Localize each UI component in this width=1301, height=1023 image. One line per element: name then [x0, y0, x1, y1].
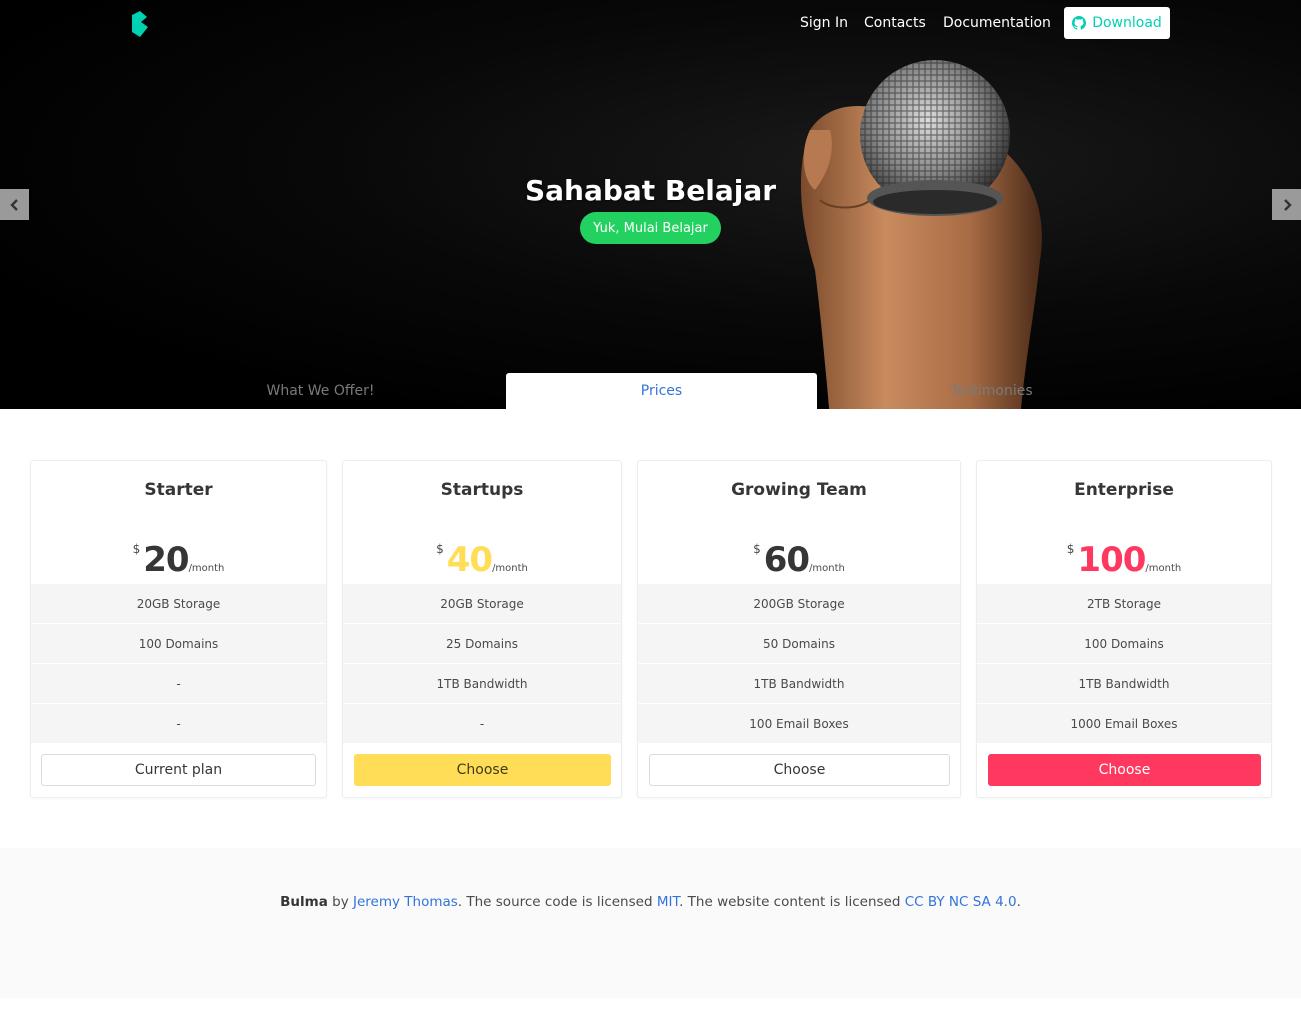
download-label: Download	[1092, 15, 1162, 31]
plan-feature-row: 100 Domains	[977, 624, 1271, 664]
github-icon	[1072, 16, 1087, 30]
price-currency: $	[753, 542, 761, 556]
hero-cta-button[interactable]: Yuk, Mulai Belajar	[580, 212, 721, 244]
price-period: /month	[492, 563, 528, 574]
footer-mid2: . The website content is licensed	[679, 894, 905, 910]
carousel-prev-button[interactable]	[0, 189, 29, 220]
tab-what-we-offer[interactable]: What We Offer!	[165, 373, 476, 409]
plan-price: $100/month	[977, 529, 1271, 589]
navbar: Sign In Contacts Documentation Download	[0, 0, 1301, 46]
footer-content-license-link[interactable]: CC BY NC SA 4.0	[905, 894, 1017, 910]
footer-brand: Bulma	[280, 894, 328, 910]
plan-price: $60/month	[638, 529, 960, 589]
choose-plan-button[interactable]: Choose	[354, 754, 611, 786]
plan-features: 20GB Storage 25 Domains 1TB Bandwidth -	[343, 584, 621, 744]
plan-feature-row: 1TB Bandwidth	[343, 664, 621, 704]
plan-card-startups: Startups $40/month 20GB Storage 25 Domains 1…	[342, 460, 622, 798]
footer: Bulma by Jeremy Thomas. The source code …	[0, 848, 1301, 998]
price-amount: 40	[446, 540, 493, 580]
nav-documentation[interactable]: Documentation	[943, 13, 1051, 33]
price-period: /month	[1145, 563, 1182, 574]
price-currency: $	[1066, 542, 1075, 556]
carousel-next-button[interactable]	[1272, 189, 1301, 220]
plan-feature-row: 20GB Storage	[343, 584, 621, 624]
plan-name: Starter	[144, 480, 213, 500]
footer-mid: . The source code is licensed	[457, 894, 657, 910]
nav-contacts[interactable]: Contacts	[864, 13, 926, 33]
plan-feature-row: 50 Domains	[638, 624, 960, 664]
hero-carousel: Sign In Contacts Documentation Download …	[0, 0, 1301, 409]
plan-name: Enterprise	[1074, 480, 1174, 500]
footer-by: by	[327, 894, 353, 910]
footer-end: .	[1016, 894, 1021, 910]
plan-feature-row: -	[343, 704, 621, 744]
download-button[interactable]: Download	[1064, 7, 1170, 39]
plan-feature-row: 2TB Storage	[977, 584, 1271, 624]
nav-sign-in[interactable]: Sign In	[800, 13, 848, 33]
price-amount: 60	[763, 540, 810, 580]
plan-feature-row: 20GB Storage	[31, 584, 326, 624]
price-currency: $	[436, 542, 444, 556]
tab-testimonies[interactable]: Testimonies	[836, 373, 1147, 409]
microphone-hand-image	[800, 60, 1042, 409]
price-period: /month	[809, 563, 845, 574]
price-amount: 100	[1077, 540, 1146, 580]
plan-feature-row: -	[31, 704, 326, 744]
plan-feature-row: 25 Domains	[343, 624, 621, 664]
plan-features: 2TB Storage 100 Domains 1TB Bandwidth 1000 …	[977, 584, 1271, 744]
plan-feature-row: 1TB Bandwidth	[638, 664, 960, 704]
plan-price: $20/month	[31, 529, 326, 589]
plan-feature-row: 100 Domains	[31, 624, 326, 664]
plan-card-starter: Starter $20/month 20GB Storage 100 Domains -…	[30, 460, 327, 798]
footer-author-link[interactable]: Jeremy Thomas	[353, 894, 458, 910]
choose-plan-button[interactable]: Choose	[988, 754, 1261, 786]
plan-feature-row: 200GB Storage	[638, 584, 960, 624]
tab-prices[interactable]: Prices	[506, 373, 817, 409]
price-amount: 20	[143, 540, 189, 580]
footer-license-link[interactable]: MIT	[657, 894, 679, 910]
bulma-logo-icon[interactable]	[130, 11, 150, 37]
plan-name: Startups	[440, 480, 524, 500]
plan-price: $40/month	[343, 529, 621, 589]
choose-plan-button[interactable]: Choose	[649, 754, 950, 786]
plan-features: 200GB Storage 50 Domains 1TB Bandwidth 100 …	[638, 584, 960, 744]
plan-features: 20GB Storage 100 Domains - -	[31, 584, 326, 744]
chevron-left-icon	[9, 198, 18, 211]
plan-feature-row: -	[31, 664, 326, 704]
hero-title: Sahabat Belajar	[524, 174, 777, 207]
current-plan-button[interactable]: Current plan	[41, 754, 316, 786]
footer-text: Bulma by Jeremy Thomas. The source code …	[0, 892, 1301, 912]
plan-feature-row: 1000 Email Boxes	[977, 704, 1271, 744]
plan-feature-row: 100 Email Boxes	[638, 704, 960, 744]
plan-name: Growing Team	[731, 480, 867, 500]
plan-feature-row: 1TB Bandwidth	[977, 664, 1271, 704]
plan-card-enterprise: Enterprise $100/month 2TB Storage 100 Domai…	[976, 460, 1272, 798]
chevron-right-icon	[1283, 198, 1292, 211]
price-currency: $	[132, 542, 141, 556]
price-period: /month	[188, 563, 225, 574]
plan-card-growing-team: Growing Team $60/month 200GB Storage 50 Dom…	[637, 460, 961, 798]
